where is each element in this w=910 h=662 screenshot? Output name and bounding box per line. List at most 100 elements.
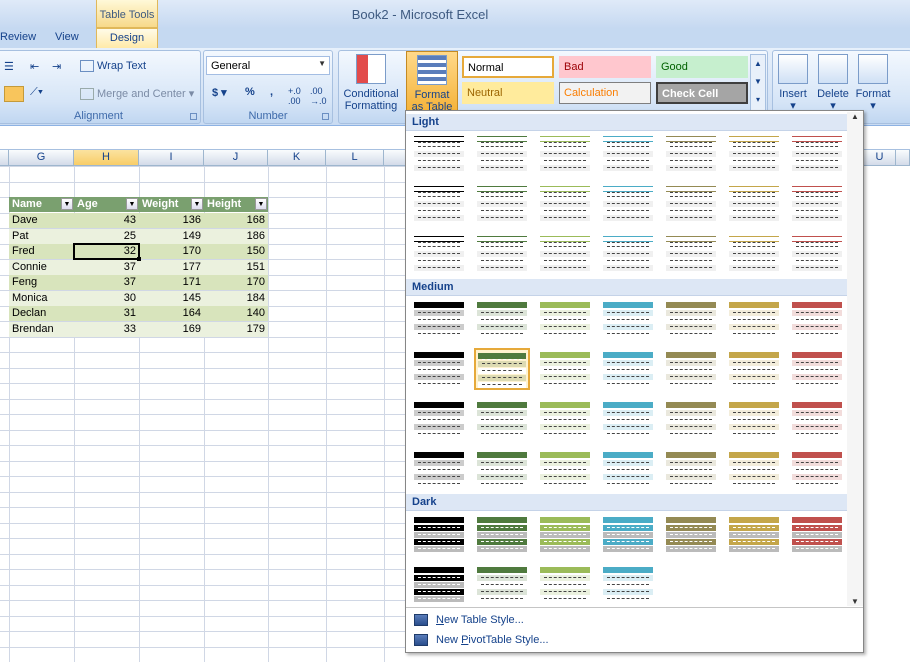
column-header-k[interactable]: K [268,150,326,166]
scroll-up-icon[interactable]: ▲ [847,112,863,121]
table-style-swatch[interactable] [663,448,719,490]
table-style-swatch[interactable] [411,563,467,605]
table-style-swatch[interactable] [726,448,782,490]
merge-center-button[interactable]: Merge and Center ▾ [80,87,194,101]
table-style-swatch[interactable] [537,232,593,274]
table-cell-value[interactable]: 177 [139,259,204,275]
conditional-formatting-button[interactable]: Conditional Formatting [340,54,402,112]
table-style-swatch[interactable] [411,448,467,490]
table-style-swatch[interactable] [537,563,593,605]
table-style-swatch[interactable] [789,348,845,390]
new-pivottable-style-item[interactable]: New PivotTable Style... [406,631,863,651]
table-cell-value[interactable]: 30 [74,290,139,306]
format-button[interactable]: Format ▾ [854,54,892,112]
table-style-swatch[interactable] [663,348,719,390]
table-cell-value[interactable]: 151 [204,259,268,275]
table-style-swatch[interactable] [663,298,719,340]
table-cell-value[interactable]: 136 [139,213,204,228]
filter-dropdown-icon[interactable]: ▼ [191,198,203,210]
table-style-swatch[interactable] [789,132,845,174]
column-header-v[interactable] [896,150,910,166]
cell-styles-scroll[interactable]: ▲ ▼ ▾ [750,54,766,112]
table-style-swatch[interactable] [600,513,656,555]
table-cell-value[interactable]: 37 [74,275,139,290]
table-style-swatch[interactable] [600,563,656,605]
table-style-swatch[interactable] [411,232,467,274]
table-cell-name[interactable]: Feng [9,275,74,290]
table-style-swatch[interactable] [789,298,845,340]
decrease-decimal-icon[interactable]: .00 →.0 [310,86,327,106]
table-style-swatch[interactable] [789,513,845,555]
table-style-swatch[interactable] [789,182,845,224]
table-style-swatch[interactable] [474,398,530,440]
table-style-swatch[interactable] [663,232,719,274]
table-cell-value[interactable]: 37 [74,259,139,275]
table-style-swatch[interactable] [474,132,530,174]
table-style-swatch[interactable] [726,513,782,555]
tab-design[interactable]: Design [96,28,158,48]
table-cell-value[interactable]: 149 [139,228,204,244]
table-style-swatch[interactable] [474,563,530,605]
table-cell-name[interactable]: Declan [9,306,74,321]
table-style-swatch[interactable] [474,232,530,274]
table-style-swatch[interactable] [726,132,782,174]
table-style-swatch[interactable] [411,513,467,555]
table-style-swatch[interactable] [537,348,593,390]
table-style-swatch[interactable] [789,448,845,490]
table-cell-value[interactable]: 150 [204,244,268,259]
table-style-swatch[interactable] [726,232,782,274]
percent-button[interactable]: % [245,86,255,98]
table-style-swatch[interactable] [600,132,656,174]
column-header-m[interactable] [384,150,406,166]
decrease-indent-icon[interactable]: ⇤ [30,60,39,73]
cell-style-check-cell[interactable]: Check Cell [656,82,748,104]
table-style-swatch[interactable] [663,182,719,224]
fill-handle[interactable] [137,257,141,261]
table-cell-value[interactable]: 164 [139,306,204,321]
table-header-height[interactable]: Height ▼ [204,197,268,212]
table-style-swatch[interactable] [600,232,656,274]
table-cell-name[interactable]: Monica [9,290,74,306]
increase-decimal-icon[interactable]: +.0.00 [288,86,301,106]
table-style-swatch[interactable] [726,398,782,440]
table-style-swatch[interactable] [726,182,782,224]
table-cell-value[interactable]: 184 [204,290,268,306]
orientation-icon[interactable]: ⟋▾ [30,86,43,99]
align-left-icon[interactable]: ☰ [4,60,14,73]
table-cell-value[interactable]: 171 [139,275,204,290]
table-style-swatch[interactable] [600,448,656,490]
table-style-swatch[interactable] [411,182,467,224]
delete-button[interactable]: Delete ▾ [814,54,852,112]
table-style-swatch[interactable] [474,348,530,390]
table-header-age[interactable]: Age ▼ [74,197,139,212]
table-style-swatch[interactable] [411,398,467,440]
column-header-u[interactable]: U [864,150,896,166]
column-header-j[interactable]: J [204,150,268,166]
cell-style-neutral[interactable]: Neutral [462,82,554,104]
table-style-swatch[interactable] [789,398,845,440]
table-style-swatch[interactable] [600,348,656,390]
new-table-style-item[interactable]: New Table Style... [406,611,863,631]
column-header-h[interactable]: H [74,150,139,166]
table-style-swatch[interactable] [537,513,593,555]
cell-style-bad[interactable]: Bad [559,56,651,78]
column-header-g[interactable]: G [9,150,74,166]
table-style-swatch[interactable] [663,132,719,174]
filter-dropdown-icon[interactable]: ▼ [255,198,267,210]
scroll-down-icon[interactable]: ▼ [847,597,863,606]
table-style-swatch[interactable] [474,513,530,555]
gallery-scrollbar[interactable]: ▲ ▼ [847,112,863,606]
alignment-launcher-icon[interactable] [190,113,197,120]
table-cell-name[interactable]: Fred [9,244,74,259]
tab-view[interactable]: View [55,31,79,43]
table-style-swatch[interactable] [663,513,719,555]
table-cell-value[interactable]: 186 [204,228,268,244]
table-style-swatch[interactable] [600,182,656,224]
table-style-swatch[interactable] [537,132,593,174]
table-style-swatch[interactable] [726,348,782,390]
table-style-swatch[interactable] [600,298,656,340]
table-cell-value[interactable]: 170 [204,275,268,290]
column-header-i[interactable]: I [139,150,204,166]
filter-dropdown-icon[interactable]: ▼ [126,198,138,210]
wrap-text-button[interactable]: Wrap Text [80,60,146,73]
